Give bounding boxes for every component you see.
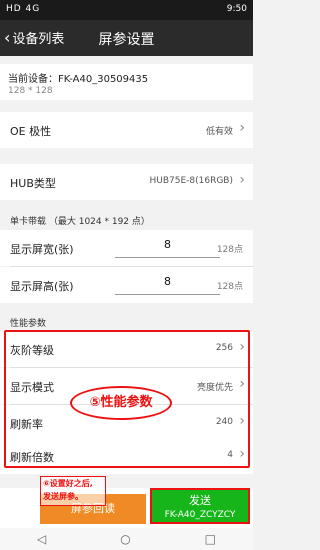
refresh-label: 刷新率 [10,418,43,431]
mode-value: 亮度优先 [196,383,233,393]
nav-recent-icon[interactable]: □ [205,532,216,546]
device-info: 当前设备：FK-A40_30509435 128 * 128 [0,64,253,100]
send-label: 发送 [189,494,211,507]
status-signal: HD 4G [6,4,41,14]
status-time: 9:50 [226,4,247,14]
performance-section: 性能参数 [10,319,47,329]
page-title: 屏参设置 [98,32,155,48]
card-load-section: 单卡带载 （最大 1024 * 192 点） [10,217,150,227]
device-resolution: 128 * 128 [8,86,53,96]
nav-home-icon[interactable]: ○ [120,532,130,546]
refresh-multiple-row[interactable]: 刷新倍数 4 › [0,438,253,474]
system-nav-bar: ◁ ○ □ [0,528,253,550]
hub-value: HUB75E-8(16RGB) [149,176,233,186]
refresh-value: 240 [215,417,233,427]
gray-level-row[interactable]: 灰阶等级 256 › [0,331,253,367]
screen-width-row: 显示屏宽(张) 8 128点 [0,230,253,266]
height-input[interactable]: 8 [115,275,220,295]
height-unit: 128点 [216,282,243,292]
gray-label: 灰阶等级 [10,344,54,357]
send-target: FK-A40_ZCYZCY [164,510,236,520]
chevron-right-icon: › [239,339,245,355]
width-input[interactable]: 8 [115,238,220,258]
title-bar: ‹ 设备列表 屏参设置 [0,20,253,56]
chevron-right-icon: › [239,376,245,392]
performance-annotation-tag: ⑤性能参数 [70,386,172,420]
hub-type-row[interactable]: HUB类型 HUB75E-8(16RGB) › [0,164,253,200]
oe-label: OE 极性 [10,125,52,138]
height-label: 显示屏高(张) [10,280,74,293]
chevron-right-icon: › [239,446,245,462]
oe-polarity-row[interactable]: OE 极性 低有效 › [0,112,253,148]
device-label: 当前设备：FK-A40_30509435 [8,74,149,85]
multiple-value: 4 [227,450,233,460]
send-params-button[interactable]: 发送 FK-A40_ZCYZCY [150,488,250,524]
gray-value: 256 [215,343,233,353]
chevron-right-icon: › [239,172,245,188]
chevron-right-icon: › [239,413,245,429]
send-annotation-note: ⑥设置好之后, 发送屏参。 [40,476,106,506]
mode-label: 显示模式 [10,381,54,394]
nav-back-icon[interactable]: ◁ [37,532,46,546]
chevron-right-icon: › [239,120,245,136]
width-unit: 128点 [216,245,243,255]
screen-height-row: 显示屏高(张) 8 128点 [0,267,253,303]
status-bar: HD 4G 9:50 [0,0,253,20]
multiple-label: 刷新倍数 [10,451,54,464]
note-line-2: 发送屏参。 [43,492,83,501]
oe-value: 低有效 [205,127,233,137]
note-line-1: ⑥设置好之后, [43,479,93,488]
hub-label: HUB类型 [10,177,56,190]
width-label: 显示屏宽(张) [10,243,74,256]
